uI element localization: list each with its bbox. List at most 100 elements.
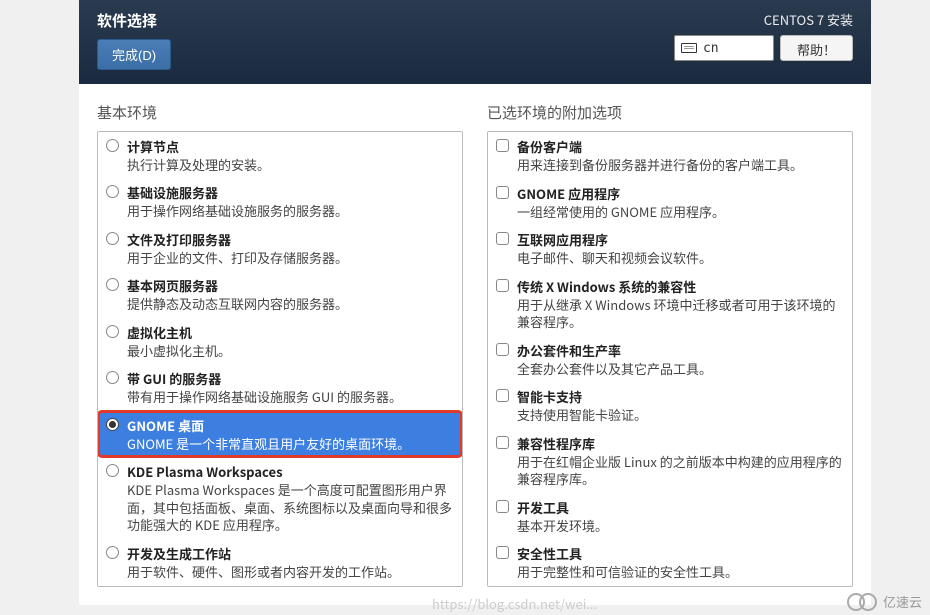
addon-option-desc: 支持使用智能卡验证。 (517, 406, 842, 424)
done-button[interactable]: 完成(D) (97, 39, 171, 70)
addon-option-texts: 兼容性程序库用于在红帽企业版 Linux 的之前版本中构建的应用程序的兼容程序库… (517, 434, 842, 488)
addon-option-backup[interactable]: 备份客户端用来连接到备份服务器并进行备份的客户端工具。 (488, 132, 852, 179)
addon-option-security[interactable]: 安全性工具用于完整性和可信验证的安全性工具。 (488, 539, 852, 586)
checkbox-icon (496, 500, 509, 513)
env-option-desc: 最小虚拟化主机。 (127, 342, 452, 360)
checkbox-icon (496, 186, 509, 199)
addon-option-devtools[interactable]: 开发工具基本开发环境。 (488, 493, 852, 540)
env-option-web[interactable]: 基本网页服务器提供静态及动态互联网内容的服务器。 (98, 271, 462, 318)
page-title: 软件选择 (97, 10, 171, 31)
env-option-desc: KDE Plasma Workspaces 是一个高度可配置图形用户界面，其中包… (127, 481, 452, 534)
env-option-compute[interactable]: 计算节点执行计算及处理的安装。 (98, 132, 462, 179)
addon-option-internet[interactable]: 互联网应用程序电子邮件、聊天和视频会议软件。 (488, 225, 852, 272)
env-option-name: 虚拟化主机 (127, 323, 452, 342)
env-option-virt[interactable]: 虚拟化主机最小虚拟化主机。 (98, 318, 462, 365)
env-option-desc: GNOME 是一个非常直观且用户友好的桌面环境。 (127, 435, 452, 453)
addons-list[interactable]: 备份客户端用来连接到备份服务器并进行备份的客户端工具。 GNOME 应用程序一组经… (487, 131, 853, 587)
help-button[interactable]: 帮助！ (780, 35, 853, 61)
env-option-name: 文件及打印服务器 (127, 230, 452, 249)
checkbox-icon (496, 139, 509, 152)
addon-option-desc: 电子邮件、聊天和视频会议软件。 (517, 249, 842, 267)
watermark-logo-icon (847, 593, 877, 611)
env-option-texts: 计算节点执行计算及处理的安装。 (127, 137, 452, 174)
addon-option-texts: 开发工具基本开发环境。 (517, 498, 842, 535)
env-option-name: 开发及生成工作站 (127, 544, 452, 563)
env-option-texts: 文件及打印服务器用于企业的文件、打印及存储服务器。 (127, 230, 452, 267)
addon-option-name: 互联网应用程序 (517, 230, 842, 249)
radio-icon (106, 325, 119, 338)
addon-option-texts: 互联网应用程序电子邮件、聊天和视频会议软件。 (517, 230, 842, 267)
keyboard-icon (681, 43, 697, 53)
header-bar: 软件选择 完成(D) CENTOS 7 安装 cn 帮助！ (79, 0, 871, 84)
radio-icon (106, 546, 119, 559)
addon-option-texts: GNOME 应用程序一组经常使用的 GNOME 应用程序。 (517, 184, 842, 221)
addon-option-desc: 用来连接到备份服务器并进行备份的客户端工具。 (517, 156, 842, 174)
checkbox-icon (496, 389, 509, 402)
addon-option-office[interactable]: 办公套件和生产率全套办公套件以及其它产品工具。 (488, 336, 852, 383)
addon-option-name: 智能卡支持 (517, 387, 842, 406)
base-environment-heading: 基本环境 (97, 96, 463, 131)
env-option-desc: 提供静态及动态互联网内容的服务器。 (127, 295, 452, 313)
checkbox-icon (496, 279, 509, 292)
env-option-kde[interactable]: KDE Plasma WorkspacesKDE Plasma Workspac… (98, 457, 462, 539)
radio-icon (106, 185, 119, 198)
header-left: 软件选择 完成(D) (97, 10, 171, 70)
radio-icon (106, 371, 119, 384)
addon-option-legacyx[interactable]: 传统 X Windows 系统的兼容性用于从继承 X Windows 环境中迁移… (488, 272, 852, 336)
addon-option-texts: 传统 X Windows 系统的兼容性用于从继承 X Windows 环境中迁移… (517, 277, 842, 331)
watermark-brand: 亿速云 (883, 592, 922, 611)
installer-window: 软件选择 完成(D) CENTOS 7 安装 cn 帮助！ 基本环境 最小安装基… (79, 0, 871, 605)
radio-icon (106, 232, 119, 245)
env-option-name: 计算节点 (127, 137, 452, 156)
addon-option-desc: 全套办公套件以及其它产品工具。 (517, 360, 842, 378)
addon-option-gnomeapp[interactable]: GNOME 应用程序一组经常使用的 GNOME 应用程序。 (488, 179, 852, 226)
addon-option-name: 安全性工具 (517, 544, 842, 563)
base-environment-column: 基本环境 最小安装基本功能。计算节点执行计算及处理的安装。基础设施服务器用于操作… (97, 96, 463, 587)
addon-option-desc: 用于完整性和可信验证的安全性工具。 (517, 563, 842, 581)
env-option-name: GNOME 桌面 (127, 416, 452, 435)
addon-option-name: 兼容性程序库 (517, 434, 842, 453)
env-option-fileprint[interactable]: 文件及打印服务器用于企业的文件、打印及存储服务器。 (98, 225, 462, 272)
addons-heading: 已选环境的附加选项 (487, 96, 853, 131)
addon-option-name: 传统 X Windows 系统的兼容性 (517, 277, 842, 296)
addon-option-desc: 用于从继承 X Windows 环境中迁移或者可用于该环境的兼容程序。 (517, 296, 842, 331)
radio-icon (106, 418, 119, 431)
keyboard-layout-label: cn (703, 41, 719, 56)
env-option-texts: GNOME 桌面GNOME 是一个非常直观且用户友好的桌面环境。 (127, 416, 452, 453)
addon-option-texts: 智能卡支持支持使用智能卡验证。 (517, 387, 842, 424)
env-option-name: 基础设施服务器 (127, 183, 452, 202)
env-option-desc: 用于软件、硬件、图形或者内容开发的工作站。 (127, 563, 452, 581)
env-option-dev[interactable]: 开发及生成工作站用于软件、硬件、图形或者内容开发的工作站。 (98, 539, 462, 586)
radio-icon (106, 464, 119, 477)
addon-option-texts: 办公套件和生产率全套办公套件以及其它产品工具。 (517, 341, 842, 378)
addon-option-compat[interactable]: 兼容性程序库用于在红帽企业版 Linux 的之前版本中构建的应用程序的兼容程序库… (488, 429, 852, 493)
env-option-gnome[interactable]: GNOME 桌面GNOME 是一个非常直观且用户友好的桌面环境。 (98, 411, 462, 458)
env-option-name: 带 GUI 的服务器 (127, 369, 452, 388)
watermark-url: https://blog.csdn.net/wei... (432, 594, 597, 613)
addon-option-smart[interactable]: 智能卡支持支持使用智能卡验证。 (488, 382, 852, 429)
env-option-name: 基本网页服务器 (127, 276, 452, 295)
content-area: 基本环境 最小安装基本功能。计算节点执行计算及处理的安装。基础设施服务器用于操作… (79, 84, 871, 605)
install-title: CENTOS 7 安装 (764, 10, 853, 29)
env-option-texts: 虚拟化主机最小虚拟化主机。 (127, 323, 452, 360)
keyboard-layout-indicator[interactable]: cn (674, 35, 774, 61)
env-option-desc: 带有用于操作网络基础设施服务 GUI 的服务器。 (127, 388, 452, 406)
addon-option-name: 备份客户端 (517, 137, 842, 156)
env-option-texts: 开发及生成工作站用于软件、硬件、图形或者内容开发的工作站。 (127, 544, 452, 581)
env-option-infra[interactable]: 基础设施服务器用于操作网络基础设施服务的服务器。 (98, 178, 462, 225)
env-option-texts: 基础设施服务器用于操作网络基础设施服务的服务器。 (127, 183, 452, 220)
base-environment-list[interactable]: 最小安装基本功能。计算节点执行计算及处理的安装。基础设施服务器用于操作网络基础设… (97, 131, 463, 587)
env-option-texts: 基本网页服务器提供静态及动态互联网内容的服务器。 (127, 276, 452, 313)
header-controls: cn 帮助！ (674, 35, 853, 61)
env-option-guiserver[interactable]: 带 GUI 的服务器带有用于操作网络基础设施服务 GUI 的服务器。 (98, 364, 462, 411)
addon-option-desc: 一组经常使用的 GNOME 应用程序。 (517, 203, 842, 221)
watermark: 亿速云 (847, 592, 922, 611)
header-right: CENTOS 7 安装 cn 帮助！ (674, 10, 853, 61)
addon-option-desc: 基本开发环境。 (517, 517, 842, 535)
addons-column: 已选环境的附加选项 备份客户端用来连接到备份服务器并进行备份的客户端工具。 GNO… (487, 96, 853, 587)
checkbox-icon (496, 546, 509, 559)
addon-option-name: GNOME 应用程序 (517, 184, 842, 203)
checkbox-icon (496, 232, 509, 245)
env-option-name: KDE Plasma Workspaces (127, 462, 452, 481)
env-option-desc: 执行计算及处理的安装。 (127, 156, 452, 174)
